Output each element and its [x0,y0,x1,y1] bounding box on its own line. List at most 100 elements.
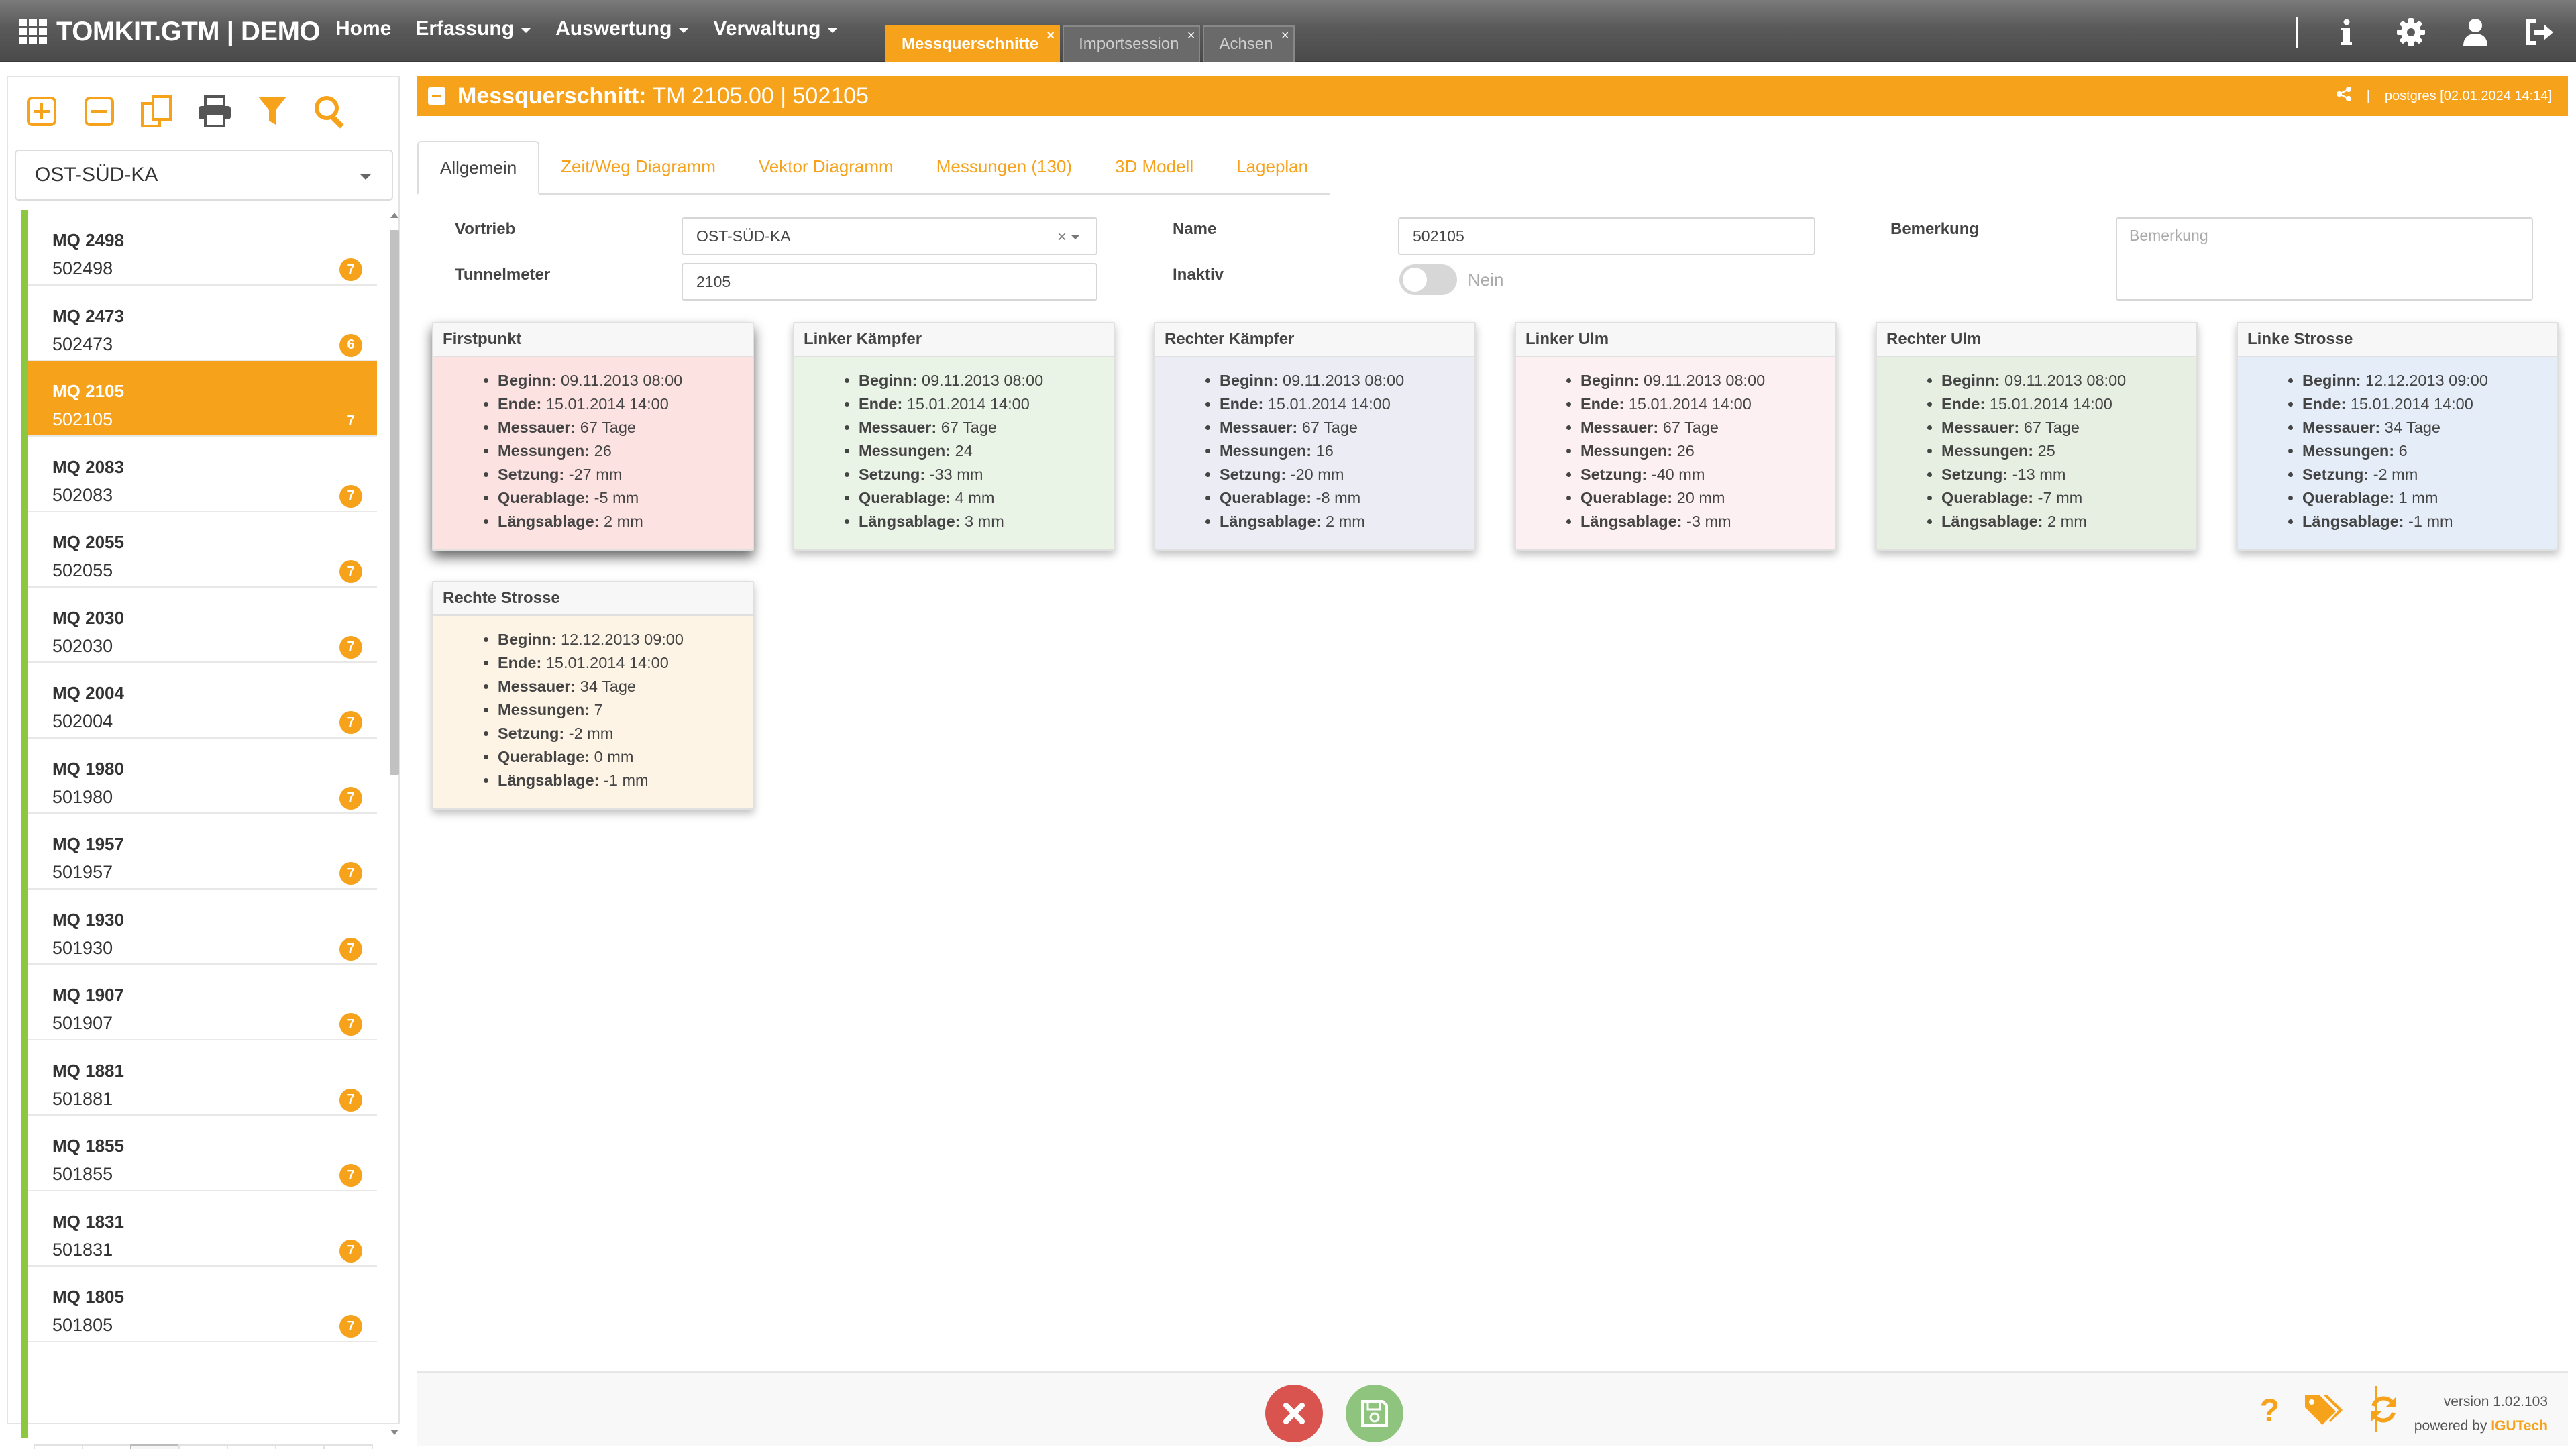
detail-messauer: Messauer: 67 Tage [1941,416,2196,439]
detail-value: 15.01.2014 14:00 [2350,395,2473,413]
save-button[interactable] [1346,1385,1403,1442]
scroll-thumb[interactable] [390,230,399,775]
count-badge: 7 [339,862,362,885]
list-scrollbar[interactable] [386,210,401,1438]
detail-value: -20 mm [1290,466,1344,483]
share-icon[interactable] [2336,86,2352,106]
pager-item[interactable]: > [275,1444,325,1449]
vortrieb-filter-select[interactable]: OST-SÜD-KA [15,150,393,201]
measurement-card[interactable]: Rechte StrosseBeginn: 12.12.2013 09:00En… [432,581,754,810]
list-item[interactable]: MQ 2498 502498 7 [28,210,377,286]
scroll-up-icon[interactable] [390,213,398,218]
measurement-card[interactable]: Linker UlmBeginn: 09.11.2013 08:00Ende: … [1515,322,1837,551]
tunnelmeter-label: Tunnelmeter [455,266,551,284]
tab-lageplan[interactable]: Lageplan [1215,140,1330,193]
tab-vektor-diagramm[interactable]: Vektor Diagramm [737,140,915,193]
filter-icon[interactable] [252,91,292,131]
detail-value: -27 mm [568,466,623,483]
mq-list: MQ 2498 502498 7 MQ 2473 502473 6 MQ 2105 50210… [21,210,377,1438]
nav-auswertung[interactable]: Auswertung [555,17,690,40]
add-icon[interactable] [21,91,62,131]
list-item[interactable]: MQ 1907 501907 7 [28,965,377,1040]
list-item[interactable]: MQ 2473 502473 6 [28,285,377,361]
window-tab-messquerschnitte[interactable]: Messquerschnitte × [885,25,1061,62]
brand[interactable]: TOMKIT.GTM | DEMO [19,15,321,48]
apps-grid-icon[interactable] [19,19,48,44]
detail-value: 09.11.2013 08:00 [922,372,1044,389]
copy-icon[interactable] [137,91,177,131]
list-item[interactable]: MQ 1855 501855 7 [28,1116,377,1191]
list-item[interactable]: MQ 1980 501980 7 [28,738,377,814]
nav-home[interactable]: Home [335,17,391,40]
close-icon[interactable]: × [1187,28,1195,44]
measurement-card[interactable]: Linker KämpferBeginn: 09.11.2013 08:00En… [793,322,1115,551]
list-item[interactable]: MQ 2004 502004 7 [28,663,377,739]
tab-zeit-weg-diagramm[interactable]: Zeit/Weg Diagramm [539,140,737,193]
nav-erfassung[interactable]: Erfassung [415,17,532,40]
measurement-card[interactable]: FirstpunktBeginn: 09.11.2013 08:00Ende: … [432,322,754,551]
close-icon[interactable]: × [1046,28,1055,44]
detail-value: 09.11.2013 08:00 [1644,372,1766,389]
count-badge: 7 [339,484,362,508]
tags-icon[interactable] [2304,1393,2343,1430]
card-details: Beginn: 09.11.2013 08:00Ende: 15.01.2014… [1877,357,2196,549]
name-field[interactable]: 502105 [1398,217,1815,255]
logout-icon[interactable] [2524,16,2556,48]
window-tab-importsession[interactable]: Importsession × [1063,25,1201,62]
scroll-down-icon[interactable] [390,1430,398,1435]
detail-label: Längsablage: [2302,513,2404,530]
measurement-card[interactable]: Rechter UlmBeginn: 09.11.2013 08:00Ende:… [1876,322,2198,551]
list-item[interactable]: MQ 1805 501805 7 [28,1267,377,1342]
measurement-card[interactable]: Rechter KämpferBeginn: 09.11.2013 08:00E… [1154,322,1476,551]
list-item[interactable]: MQ 1957 501957 7 [28,814,377,890]
detail-messauer: Messauer: 67 Tage [859,416,1114,439]
detail-label: Messauer: [498,678,576,695]
list-item[interactable]: MQ 2083 502083 7 [28,436,377,512]
list-item[interactable]: MQ 1930 501930 7 [28,889,377,965]
pager-item[interactable]: >> [323,1444,373,1449]
sidebar-toolbar [8,77,398,146]
cancel-button[interactable] [1265,1385,1323,1442]
list-item[interactable]: MQ 2030 502030 7 [28,587,377,663]
help-icon[interactable]: ? [2260,1393,2279,1430]
detail-value: -5 mm [594,489,639,506]
collapse-icon[interactable] [428,87,445,105]
nav-verwaltung[interactable]: Verwaltung [713,17,839,40]
list-item[interactable]: MQ 2105 502105 7 [28,361,377,437]
powered-by-brand[interactable]: IGUTech [2491,1418,2548,1434]
mq-id: 501957 [52,862,113,882]
detail-querablage: Querablage: -8 mm [1220,486,1474,510]
info-icon[interactable] [2330,16,2363,48]
pager-item[interactable]: 02 [178,1444,228,1449]
user-icon[interactable] [2459,16,2491,48]
clear-icon[interactable]: × [1057,228,1067,247]
list-item[interactable]: MQ 1831 501831 7 [28,1191,377,1267]
tab-allgemein[interactable]: Allgemein [417,141,540,195]
bemerkung-placeholder: Bemerkung [2129,227,2208,244]
remove-icon[interactable] [79,91,119,131]
window-tab-achsen[interactable]: Achsen × [1203,25,1295,62]
list-item[interactable]: MQ 2055 502055 7 [28,512,377,588]
vortrieb-select[interactable]: OST-SÜD-KA × [682,217,1097,255]
tab-3d-modell[interactable]: 3D Modell [1093,140,1215,193]
measurement-card[interactable]: Linke StrosseBeginn: 12.12.2013 09:00End… [2237,322,2559,551]
close-icon[interactable]: × [1281,28,1289,44]
pager-item[interactable]: 03 [227,1444,276,1449]
gear-icon[interactable] [2395,16,2427,48]
detail-setzung: Setzung: -13 mm [1941,463,2196,486]
search-icon[interactable] [310,91,350,131]
tab-messungen-130-[interactable]: Messungen (130) [915,140,1093,193]
card-title: Rechte Strosse [433,582,753,616]
inaktiv-toggle[interactable] [1399,264,1457,295]
window-tab-label: Messquerschnitte [902,35,1039,53]
tunnelmeter-field[interactable]: 2105 [682,263,1097,301]
card-details: Beginn: 09.11.2013 08:00Ende: 15.01.2014… [1516,357,1835,549]
list-item[interactable]: MQ 1881 501881 7 [28,1040,377,1116]
pager-item[interactable]: 01 [130,1444,180,1449]
detail-label: Setzung: [1580,466,1648,483]
refresh-icon[interactable] [2367,1393,2400,1430]
detail-value: 67 Tage [941,419,997,436]
print-icon[interactable] [195,91,235,131]
bemerkung-textarea[interactable]: Bemerkung [2116,217,2533,301]
detail-messungen: Messungen: 16 [1220,439,1474,463]
